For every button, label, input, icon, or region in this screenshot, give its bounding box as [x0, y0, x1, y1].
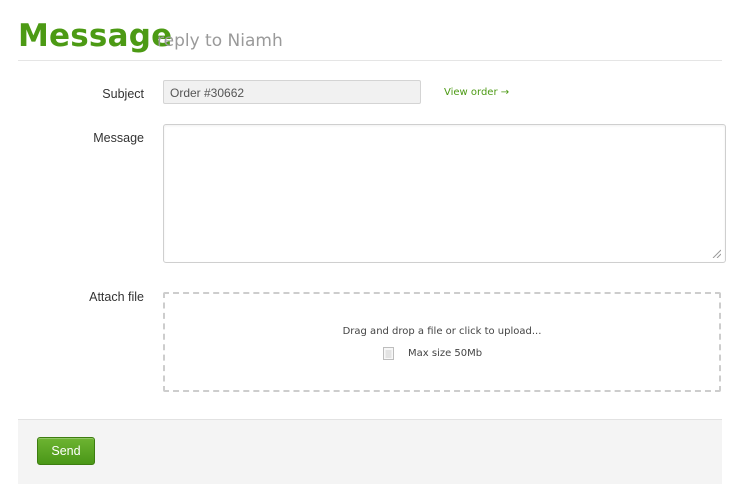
attach-file-label: Attach file — [89, 290, 144, 304]
send-button[interactable]: Send — [37, 437, 95, 465]
form-footer: Send — [18, 419, 722, 484]
max-size-text: Max size 50Mb — [408, 348, 483, 359]
subject-input[interactable]: Order #30662 — [163, 80, 421, 104]
view-order-link[interactable]: View order → — [444, 87, 509, 98]
subject-label: Subject — [102, 87, 144, 101]
file-icon — [383, 347, 394, 360]
message-label: Message — [93, 131, 144, 145]
message-textarea[interactable] — [163, 124, 726, 263]
page-title: Message — [18, 18, 173, 54]
file-dropzone[interactable]: Drag and drop a file or click to upload.… — [163, 292, 721, 392]
page-subtitle: reply to Niamh — [157, 31, 283, 51]
resize-handle-icon[interactable] — [711, 248, 721, 258]
max-size-note: Max size 50Mb — [383, 347, 482, 360]
dropzone-prompt: Drag and drop a file or click to upload.… — [342, 326, 542, 337]
page-header: Message reply to Niamh — [18, 18, 722, 61]
